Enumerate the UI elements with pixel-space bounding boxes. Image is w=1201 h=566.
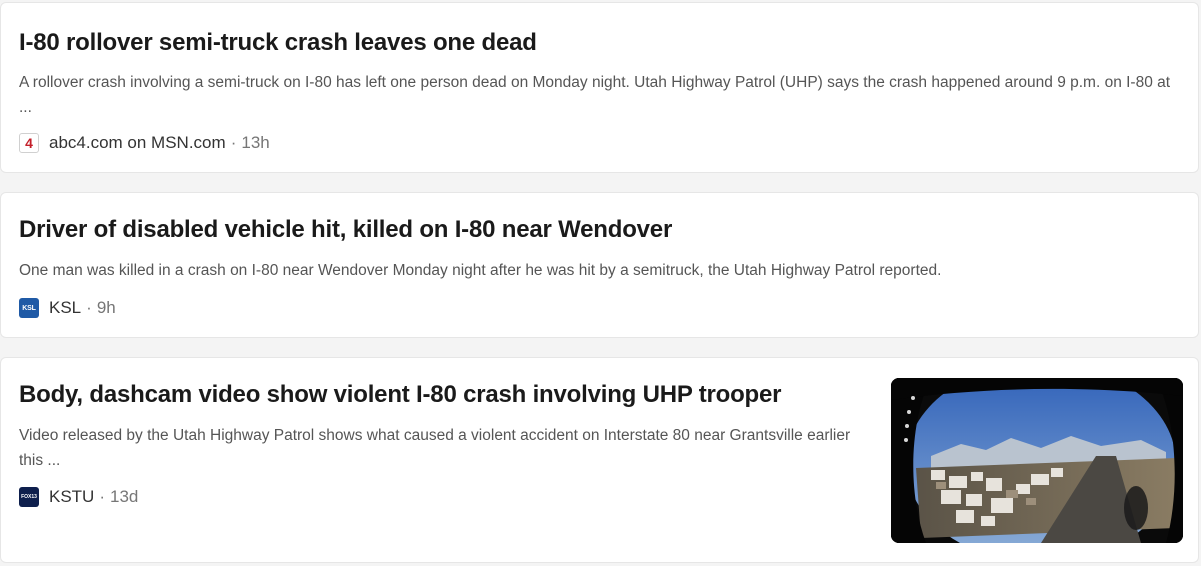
separator-dot: · bbox=[99, 487, 106, 506]
result-source[interactable]: FOX13 KSTU · 13d bbox=[19, 486, 138, 508]
logo-text: KSL bbox=[22, 304, 36, 312]
timestamp: 9h bbox=[96, 298, 116, 317]
timestamp: 13d bbox=[110, 487, 139, 506]
result-source[interactable]: 4 abc4.com on MSN.com · 13h bbox=[19, 132, 270, 154]
ksl-logo-icon: KSL bbox=[19, 298, 39, 318]
logo-text: 4 bbox=[25, 135, 33, 151]
result-snippet: Video released by the Utah Highway Patro… bbox=[19, 427, 851, 469]
abc4-logo-icon: 4 bbox=[19, 133, 39, 153]
fox13-logo-icon: FOX13 bbox=[19, 487, 39, 507]
source-name[interactable]: KSL bbox=[49, 298, 81, 318]
result-source[interactable]: KSL KSL · 9h bbox=[19, 297, 116, 319]
result-title[interactable]: Body, dashcam video show violent I-80 cr… bbox=[19, 381, 781, 409]
separator-dot: · bbox=[230, 133, 237, 152]
result-snippet: One man was killed in a crash on I-80 ne… bbox=[19, 262, 942, 279]
dashcam-crash-thumbnail[interactable] bbox=[891, 378, 1183, 543]
result-title[interactable]: I-80 rollover semi-truck crash leaves on… bbox=[19, 29, 537, 57]
result-title[interactable]: Driver of disabled vehicle hit, killed o… bbox=[19, 216, 672, 244]
news-result-card[interactable]: Driver of disabled vehicle hit, killed o… bbox=[0, 192, 1199, 338]
timestamp: 13h bbox=[241, 133, 270, 152]
source-name[interactable]: abc4.com on MSN.com bbox=[49, 133, 226, 153]
source-name[interactable]: KSTU bbox=[49, 487, 94, 507]
result-snippet: A rollover crash involving a semi-truck … bbox=[19, 74, 1171, 116]
separator-dot: · bbox=[86, 298, 92, 317]
logo-text: FOX13 bbox=[21, 494, 37, 500]
news-result-card[interactable]: I-80 rollover semi-truck crash leaves on… bbox=[0, 2, 1199, 173]
